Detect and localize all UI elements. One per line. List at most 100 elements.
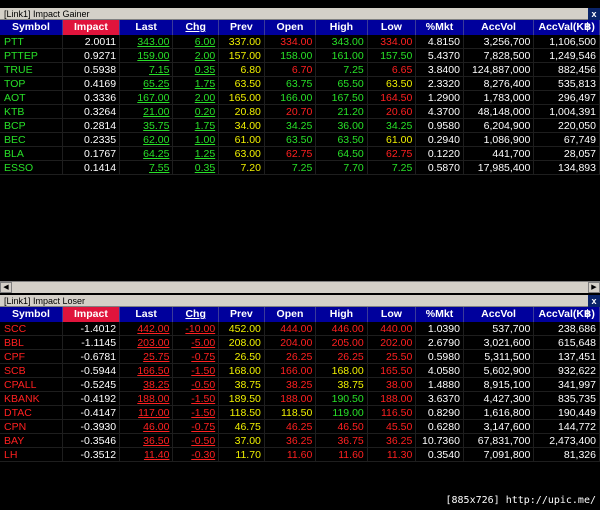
col-header-pct-mkt[interactable]: %Mkt [416,307,464,322]
col-header-chg[interactable]: Chg [173,20,220,35]
table-row[interactable]: DTAC -0.4147 117.00 -1.50 118.50 118.50 119.00… [0,406,600,420]
cell-accvol: 48,148,000 [464,105,535,118]
table-row[interactable]: AOT 0.3336 167.00 2.00 165.00 166.00 167.50 164… [0,91,600,105]
gainer-close-icon[interactable]: x [588,8,600,20]
col-header-high[interactable]: High [316,20,368,35]
cell-symbol[interactable]: SCC [0,322,64,335]
table-row[interactable]: PTTEP 0.9271 159.00 2.00 157.00 158.00 161.00 1… [0,49,600,63]
cell-impact: 0.3264 [63,105,121,118]
cell-pct-mkt: 4.3700 [416,105,464,118]
col-header-symbol[interactable]: Symbol [0,307,63,322]
table-row[interactable]: KTB 0.3264 21.00 0.20 20.80 20.70 21.20 20.60 4.… [0,105,600,119]
cell-symbol[interactable]: KBANK [0,392,64,405]
cell-symbol[interactable]: ESSO [0,161,64,174]
table-row[interactable]: KBANK -0.4192 188.00 -1.50 189.50 188.00 190.5… [0,392,600,406]
cell-last: 35.75 [120,119,174,132]
cell-symbol[interactable]: BCP [0,119,64,132]
cell-pct-mkt: 0.8290 [416,406,464,419]
cell-prev: 337.00 [219,35,265,48]
col-header-accval[interactable]: AccVal(K฿) [534,20,600,35]
col-header-high[interactable]: High [316,307,368,322]
cell-prev: 46.75 [219,420,265,433]
cell-high: 168.00 [316,364,368,377]
cell-last: 343.00 [120,35,174,48]
cell-symbol[interactable]: BAY [0,434,64,447]
col-header-low[interactable]: Low [368,307,417,322]
col-header-last[interactable]: Last [120,307,174,322]
table-row[interactable]: PTT 2.0011 343.00 6.00 337.00 334.00 343.00 334… [0,35,600,49]
table-row[interactable]: TRUE 0.5938 7.15 0.35 6.80 6.70 7.25 6.65 3.8400… [0,63,600,77]
table-row[interactable]: BAY -0.3546 36.50 -0.50 37.00 36.25 36.75 36.25… [0,434,600,448]
gainer-horizontal-scrollbar[interactable]: ◀ ▶ [0,281,600,293]
col-header-impact[interactable]: Impact [62,307,120,322]
cell-impact: -0.4192 [63,392,121,405]
cell-symbol[interactable]: BBL [0,336,64,349]
col-header-open[interactable]: Open [265,20,317,35]
cell-accvol: 3,147,600 [464,420,535,433]
cell-symbol[interactable]: BLA [0,147,64,160]
cell-pct-mkt: 10.7360 [416,434,464,447]
col-header-pct-mkt[interactable]: %Mkt [416,20,464,35]
cell-symbol[interactable]: CPN [0,420,64,433]
table-row[interactable]: CPN -0.3930 46.00 -0.75 46.75 46.25 46.50 45.50… [0,420,600,434]
col-header-prev[interactable]: Prev [219,20,265,35]
cell-impact: 0.9271 [63,49,121,62]
cell-high: 205.00 [316,336,368,349]
col-header-symbol[interactable]: Symbol [0,20,63,35]
cell-symbol[interactable]: LH [0,448,64,461]
loser-close-icon[interactable]: x [588,295,600,307]
cell-symbol[interactable]: CPALL [0,378,64,391]
cell-impact: 0.1767 [63,147,121,160]
col-header-open[interactable]: Open [265,307,317,322]
table-row[interactable]: BLA 0.1767 64.25 1.25 63.00 62.75 64.50 62.75 0.… [0,147,600,161]
cell-symbol[interactable]: SCB [0,364,64,377]
cell-prev: 168.00 [219,364,265,377]
cell-symbol[interactable]: CPF [0,350,64,363]
cell-symbol[interactable]: AOT [0,91,64,104]
table-row[interactable]: BEC 0.2335 62.00 1.00 61.00 63.50 63.50 61.00 0.… [0,133,600,147]
col-header-accvol[interactable]: AccVol [464,307,535,322]
table-row[interactable]: CPALL -0.5245 38.25 -0.50 38.75 38.25 38.75 38.… [0,378,600,392]
col-header-chg[interactable]: Chg [173,307,220,322]
table-row[interactable]: SCB -0.5944 166.50 -1.50 168.00 166.00 168.00 1… [0,364,600,378]
cell-accval: 144,772 [534,420,600,433]
cell-low: 34.25 [368,119,417,132]
cell-pct-mkt: 0.2940 [416,133,464,146]
cell-symbol[interactable]: PTT [0,35,64,48]
cell-high: 21.20 [316,105,368,118]
cell-pct-mkt: 0.9580 [416,119,464,132]
cell-accval: 1,106,500 [534,35,600,48]
scroll-right-icon[interactable]: ▶ [588,282,600,293]
col-header-impact[interactable]: Impact [62,20,120,35]
cell-low: 20.60 [368,105,417,118]
cell-symbol[interactable]: TRUE [0,63,64,76]
cell-symbol[interactable]: BEC [0,133,64,146]
impact-loser-panel: [Link1] Impact Loser x Symbol Impact Las… [0,295,600,487]
table-row[interactable]: BBL -1.1145 203.00 -5.00 208.00 204.00 205.00 2… [0,336,600,350]
cell-symbol[interactable]: TOP [0,77,64,90]
cell-chg: -5.00 [173,336,220,349]
col-header-accval[interactable]: AccVal(K฿) [534,307,600,322]
cell-prev: 63.00 [219,147,265,160]
table-row[interactable]: TOP 0.4169 65.25 1.75 63.50 63.75 65.50 63.50 2.… [0,77,600,91]
col-header-last[interactable]: Last [120,20,174,35]
scroll-left-icon[interactable]: ◀ [0,282,12,293]
cell-high: 7.25 [316,63,368,76]
cell-last: 7.55 [120,161,174,174]
col-header-prev[interactable]: Prev [219,307,265,322]
table-row[interactable]: LH -0.3512 11.40 -0.30 11.70 11.60 11.60 11.30 0… [0,448,600,462]
col-header-low[interactable]: Low [368,20,417,35]
col-header-accvol[interactable]: AccVol [464,20,535,35]
cell-prev: 118.50 [219,406,265,419]
cell-impact: -0.3546 [63,434,121,447]
cell-last: 203.00 [120,336,174,349]
table-row[interactable]: ESSO 0.1414 7.55 0.35 7.20 7.25 7.70 7.25 0.5870… [0,161,600,175]
cell-open: 7.25 [265,161,317,174]
table-row[interactable]: CPF -0.6781 25.75 -0.75 26.50 26.25 26.25 25.50… [0,350,600,364]
gainer-rows: PTT 2.0011 343.00 6.00 337.00 334.00 343.00 334… [0,35,600,175]
table-row[interactable]: BCP 0.2814 35.75 1.75 34.00 34.25 36.00 34.25 0.… [0,119,600,133]
cell-symbol[interactable]: DTAC [0,406,64,419]
cell-symbol[interactable]: KTB [0,105,64,118]
table-row[interactable]: SCC -1.4012 442.00 -10.00 452.00 444.00 446.00… [0,322,600,336]
cell-symbol[interactable]: PTTEP [0,49,64,62]
